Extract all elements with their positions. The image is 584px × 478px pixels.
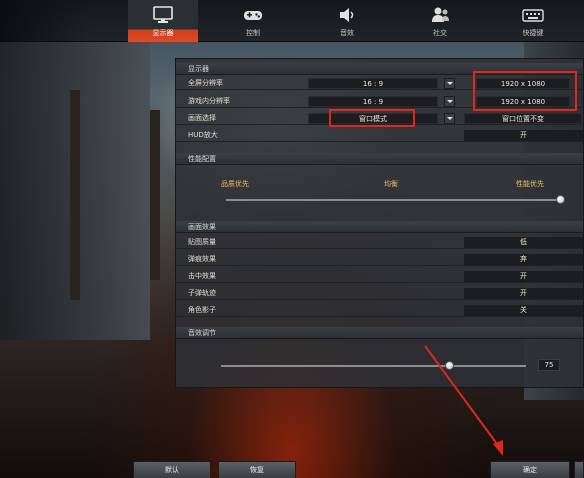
default-button[interactable]: 默认	[133, 461, 211, 478]
restore-button[interactable]: 恢复	[218, 461, 296, 478]
arrow-annotation	[424, 345, 503, 456]
confirm-button[interactable]: 确定	[490, 461, 570, 478]
next-button[interactable]	[574, 461, 584, 478]
